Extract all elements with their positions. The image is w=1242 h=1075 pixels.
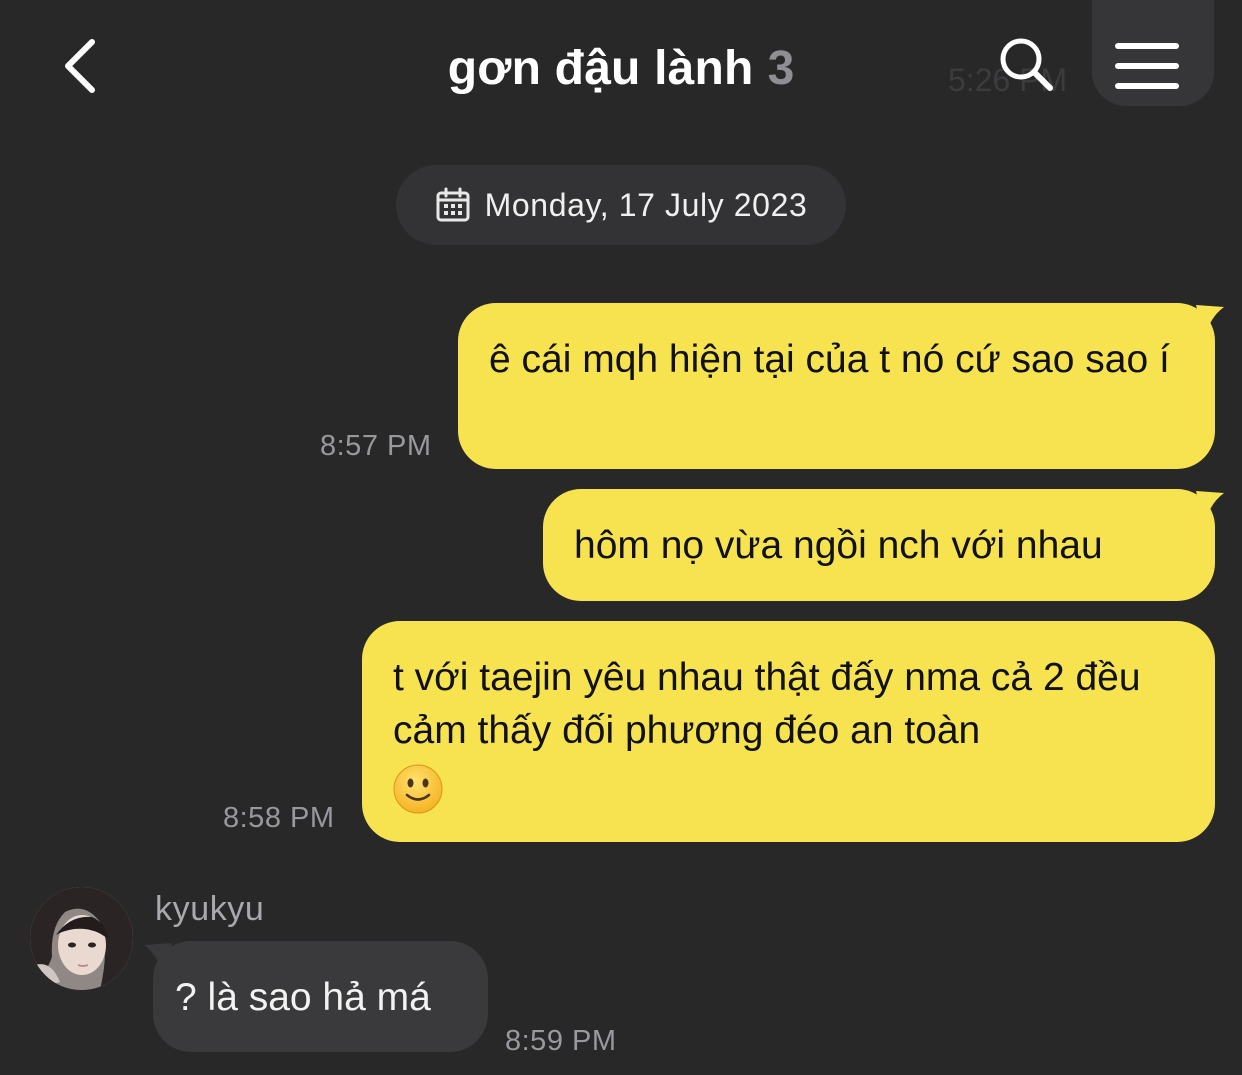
message-text: t với taejin yêu nhau thật đấy nma cả 2 … (393, 656, 1141, 752)
outgoing-message-bubble[interactable]: t với taejin yêu nhau thật đấy nma cả 2 … (362, 621, 1215, 842)
message-text: ? là sao hả má (175, 976, 431, 1019)
incoming-message-bubble[interactable]: ? là sao hả má (153, 941, 488, 1052)
message-timestamp: 8:59 PM (505, 1025, 617, 1057)
outgoing-message-bubble[interactable]: hôm nọ vừa ngồi nch với nhau (543, 489, 1215, 601)
chevron-left-icon (65, 39, 95, 93)
outgoing-message-bubble[interactable]: ê cái mqh hiện tại của t nó cứ sao sao í (458, 303, 1215, 469)
search-button[interactable] (990, 28, 1062, 100)
search-icon (1000, 38, 1053, 91)
sender-name: kyukyu (155, 890, 265, 928)
back-button[interactable] (48, 30, 112, 102)
menu-icon (1115, 43, 1179, 89)
date-separator: Monday, 17 July 2023 (396, 165, 846, 245)
avatar-image (30, 887, 133, 990)
message-text: ê cái mqh hiện tại của t nó cứ sao sao í (489, 338, 1170, 381)
slightly-smiling-face-icon (393, 764, 443, 814)
chat-title: gơn đậu lành (447, 41, 754, 95)
bubble-tail (1196, 305, 1224, 339)
message-text: hôm nọ vừa ngồi nch với nhau (574, 524, 1103, 567)
avatar[interactable] (30, 887, 133, 990)
calendar-icon (436, 187, 470, 222)
date-text: Monday, 17 July 2023 (484, 186, 808, 223)
message-timestamp: 8:58 PM (223, 802, 335, 834)
message-timestamp: 8:57 PM (320, 430, 432, 462)
menu-button[interactable] (1104, 30, 1190, 102)
member-count: 3 (767, 41, 795, 95)
bubble-tail (1196, 491, 1224, 525)
